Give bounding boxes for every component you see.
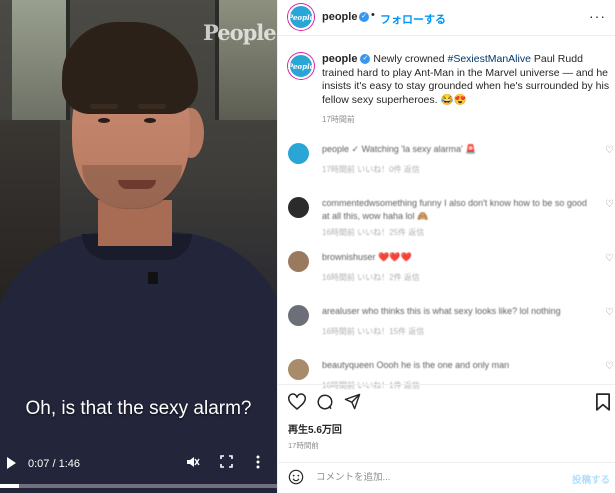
caption-text: people ✓ Newly crowned #SexiestManAlive P…: [322, 53, 614, 107]
heart-outline-icon[interactable]: ♡: [605, 145, 614, 156]
comment-meta: 16時間前 いいね！25件 返信: [322, 228, 425, 237]
video-player[interactable]: People Oh, is that the sexy alarm? 0:07 …: [0, 0, 277, 493]
hashtag-link[interactable]: #SexiestManAlive: [447, 53, 530, 65]
comment-text: beautyqueen Oooh he is the one and only …: [322, 360, 510, 370]
heart-outline-icon[interactable]: ♡: [605, 199, 614, 210]
comment-text: brownishuser ❤️❤️❤️: [322, 252, 412, 262]
heart-outline-icon[interactable]: ♡: [605, 361, 614, 372]
play-icon[interactable]: [7, 457, 16, 469]
share-icon[interactable]: [344, 393, 361, 410]
separator-dot: •: [371, 9, 375, 21]
person-eye: [98, 118, 110, 123]
video-progress-fill: [0, 484, 20, 488]
comment-icon[interactable]: [316, 393, 334, 411]
verified-badge-icon: ✓: [360, 54, 371, 65]
more-vertical-icon[interactable]: [255, 455, 261, 469]
person-brow: [138, 104, 166, 109]
comment-text: commentedwsomething funny I also don't k…: [322, 198, 587, 221]
post-comment-button[interactable]: 投稿する: [572, 472, 610, 486]
comment-item: commentedwsomething funny I also don't k…: [278, 191, 615, 245]
comment-meta: 16時間前 いいね！2件 返信: [322, 273, 420, 282]
verified-badge-icon: ✓: [359, 12, 369, 22]
person-hair: [62, 22, 198, 114]
comment-meta: 17時間前 いいね！0件 返信: [322, 165, 420, 174]
profile-avatar[interactable]: People: [288, 4, 314, 30]
more-options-icon[interactable]: ···: [589, 8, 606, 24]
lapel-mic: [148, 272, 158, 284]
comment-text: people ✓ Watching 'la sexy alarma' 🚨: [322, 144, 477, 154]
comments-list: people ✓ Watching 'la sexy alarma' 🚨 17時…: [278, 137, 615, 407]
commenter-avatar[interactable]: [288, 305, 309, 326]
video-progress-bar[interactable]: [0, 484, 277, 488]
comment-input[interactable]: [316, 472, 556, 483]
caption-timestamp: 17時間前: [322, 115, 355, 124]
caption-username[interactable]: people: [322, 53, 357, 65]
fullscreen-icon[interactable]: [220, 455, 233, 468]
commenter-avatar[interactable]: [288, 143, 309, 164]
comment-item: arealuser who thinks this is what sexy l…: [278, 299, 615, 353]
comment-text: arealuser who thinks this is what sexy l…: [322, 306, 561, 316]
add-comment-bar: 投稿する: [278, 462, 615, 493]
commenter-avatar[interactable]: [288, 251, 309, 272]
post-timestamp: 17時間前: [288, 441, 319, 450]
post-actions: 再生5.6万回 17時間前 投稿する: [278, 384, 615, 493]
view-count[interactable]: 再生5.6万回: [288, 421, 342, 436]
person-brow: [90, 104, 118, 109]
people-watermark: People: [203, 20, 277, 45]
commenter-avatar[interactable]: [288, 359, 309, 380]
video-controls: 0:07 / 1:46: [0, 446, 277, 493]
background-window: [12, 0, 70, 120]
bookmark-icon[interactable]: [596, 393, 610, 411]
comment-item: people ✓ Watching 'la sexy alarma' 🚨 17時…: [278, 137, 615, 191]
caption-avatar[interactable]: People: [288, 53, 314, 79]
volume-muted-icon[interactable]: [186, 455, 200, 469]
post-username[interactable]: people: [322, 11, 357, 23]
video-time: 0:07 / 1:46: [28, 458, 80, 470]
commenter-avatar[interactable]: [288, 197, 309, 218]
person-eye: [144, 118, 156, 123]
heart-outline-icon[interactable]: ♡: [605, 307, 614, 318]
post-panel: People people ✓ • フォローする ··· People peop…: [277, 0, 615, 493]
emoji-icon[interactable]: [288, 469, 304, 485]
caption-body: Newly crowned: [370, 53, 448, 65]
follow-button[interactable]: フォローする: [380, 11, 446, 27]
background-window: [215, 0, 277, 120]
comment-meta: 16時間前 いいね！15件 返信: [322, 327, 425, 336]
post-header: People people ✓ • フォローする ···: [278, 0, 615, 36]
video-subtitle: Oh, is that the sexy alarm?: [25, 398, 252, 419]
heart-icon[interactable]: [288, 393, 306, 410]
comment-item: brownishuser ❤️❤️❤️ 16時間前 いいね！2件 返信 ♡: [278, 245, 615, 299]
person-mouth: [118, 180, 156, 189]
heart-outline-icon[interactable]: ♡: [605, 253, 614, 264]
